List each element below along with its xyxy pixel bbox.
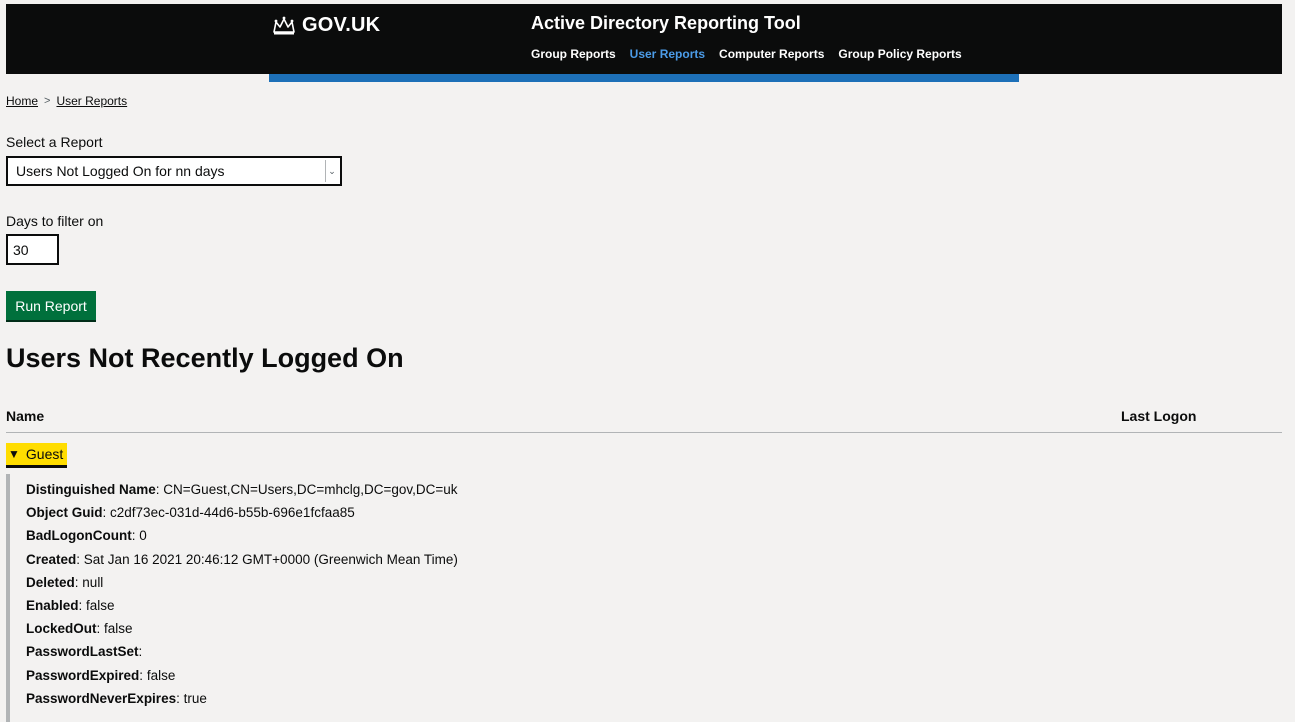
breadcrumb: Home > User Reports	[6, 94, 127, 108]
detail-value: 0	[139, 528, 147, 543]
govuk-logo[interactable]: GOV.UK	[272, 14, 380, 37]
detail-object-guid: Object Guid: c2df73ec-031d-44d6-b55b-696…	[26, 505, 355, 520]
detail-value: CN=Guest,CN=Users,DC=mhclg,DC=gov,DC=uk	[163, 482, 458, 497]
detail-bad-logon-count: BadLogonCount: 0	[26, 528, 147, 543]
column-header-name: Name	[6, 408, 45, 424]
detail-value: false	[104, 621, 133, 636]
detail-distinguished-name: Distinguished Name: CN=Guest,CN=Users,DC…	[26, 482, 458, 497]
nav-group-reports[interactable]: Group Reports	[531, 47, 616, 61]
report-select[interactable]: Users Not Logged On for nn days ⌄	[6, 156, 342, 186]
detail-value: true	[183, 691, 207, 706]
detail-password-expired: PasswordExpired: false	[26, 668, 176, 683]
user-name: Guest	[25, 446, 64, 462]
detail-key: PasswordNeverExpires	[26, 691, 177, 706]
logo-text: GOV.UK	[302, 14, 381, 36]
detail-key: Deleted	[26, 575, 75, 590]
detail-key: PasswordExpired	[26, 668, 140, 683]
detail-value: c2df73ec-031d-44d6-b55b-696e1fcfaa85	[110, 505, 355, 520]
detail-key: Created	[26, 552, 77, 567]
report-title: Users Not Recently Logged On	[6, 343, 404, 373]
detail-value: null	[82, 575, 104, 590]
detail-enabled: Enabled: false	[26, 598, 115, 613]
detail-key: BadLogonCount	[26, 528, 132, 543]
detail-key: Enabled	[26, 598, 79, 613]
crown-icon	[272, 16, 296, 36]
detail-created: Created: Sat Jan 16 2021 20:46:12 GMT+00…	[26, 552, 458, 567]
breadcrumb-separator: >	[44, 95, 51, 107]
detail-key: LockedOut	[26, 621, 97, 636]
report-select-value: Users Not Logged On for nn days	[16, 163, 225, 179]
user-details: Distinguished Name: CN=Guest,CN=Users,DC…	[6, 474, 606, 722]
detail-key: Object Guid	[26, 505, 103, 520]
page: GOV.UK Active Directory Reporting Tool G…	[6, 4, 1282, 722]
detail-value: false	[86, 598, 115, 613]
table-header: Name Last Logon	[6, 406, 1282, 433]
detail-locked-out: LockedOut: false	[26, 621, 133, 636]
nav-computer-reports[interactable]: Computer Reports	[719, 47, 824, 61]
report-select-label: Select a Report	[6, 134, 103, 150]
column-header-last-logon: Last Logon	[1121, 408, 1197, 424]
days-filter-label: Days to filter on	[6, 213, 104, 229]
nav-user-reports[interactable]: User Reports	[630, 47, 705, 61]
site-header: GOV.UK Active Directory Reporting Tool G…	[6, 4, 1282, 74]
header-accent-bar	[269, 74, 1019, 82]
detail-deleted: Deleted: null	[26, 575, 104, 590]
nav-group-policy-reports[interactable]: Group Policy Reports	[838, 47, 961, 61]
primary-navigation: Group Reports User Reports Computer Repo…	[531, 47, 962, 61]
detail-value: Sat Jan 16 2021 20:46:12 GMT+0000 (Green…	[83, 552, 458, 567]
detail-password-last-set: PasswordLastSet:	[26, 644, 143, 659]
days-filter-input[interactable]: 30	[6, 234, 59, 265]
triangle-down-icon: ▼	[8, 447, 20, 461]
user-row-summary[interactable]: ▼ Guest	[6, 443, 68, 465]
chevron-down-icon[interactable]: ⌄	[325, 160, 338, 182]
detail-password-never-expires: PasswordNeverExpires: true	[26, 691, 207, 706]
detail-key: Distinguished Name	[26, 482, 156, 497]
detail-value: false	[146, 668, 176, 683]
service-name[interactable]: Active Directory Reporting Tool	[531, 13, 801, 34]
detail-key: PasswordLastSet	[26, 644, 139, 659]
run-report-button[interactable]: Run Report	[6, 291, 96, 320]
breadcrumb-home[interactable]: Home	[6, 94, 38, 108]
breadcrumb-user-reports[interactable]: User Reports	[56, 94, 127, 108]
